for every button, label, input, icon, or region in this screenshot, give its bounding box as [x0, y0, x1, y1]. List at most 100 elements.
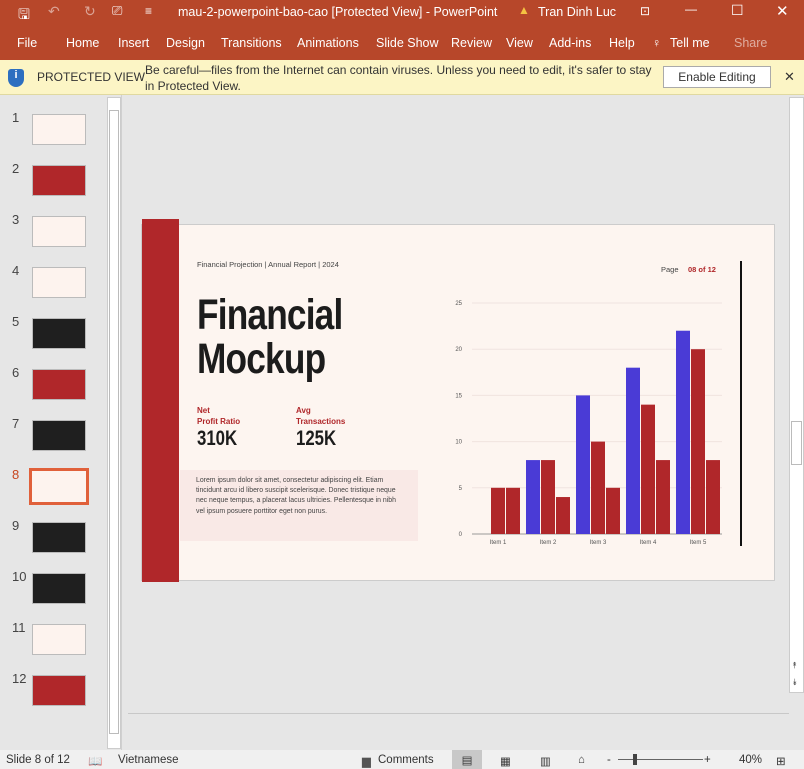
tell-me-search[interactable]: Tell me: [670, 36, 710, 50]
normal-view-icon[interactable]: ▤: [452, 750, 482, 769]
slide-title: Financial Mockup: [197, 291, 343, 383]
x-tick-label: Item 3: [590, 540, 607, 546]
thumbnail-number: 1: [12, 110, 20, 125]
thumbnail-scrollbar[interactable]: [107, 97, 121, 749]
slide-thumbnail[interactable]: [32, 369, 86, 400]
slide-thumbnail[interactable]: [32, 114, 86, 145]
thumbnail-number: 11: [12, 620, 26, 635]
stat-net-profit: Net Profit Ratio 310K: [197, 406, 241, 450]
comment-icon: ▆: [362, 756, 371, 768]
bar: [676, 330, 690, 534]
slide-thumbnail[interactable]: [32, 420, 86, 451]
zoom-level[interactable]: 40%: [739, 754, 762, 766]
slide-thumbnail[interactable]: [32, 165, 86, 196]
slide-thumbnail[interactable]: [32, 522, 86, 553]
editor-scrollbar-thumb[interactable]: [791, 421, 802, 465]
protected-message-1: Be careful—files from the Internet can c…: [145, 63, 652, 77]
thumbnail-number: 10: [12, 569, 27, 584]
thumbnail-number: 7: [12, 416, 20, 431]
thumbnail-number: 8: [12, 467, 20, 482]
lightbulb-icon: ♀: [652, 36, 662, 50]
zoom-slider-thumb[interactable]: [633, 754, 637, 765]
y-tick-label: 15: [455, 393, 462, 399]
save-icon[interactable]: 🖫: [18, 4, 30, 28]
page-value: 08 of 12: [688, 265, 716, 274]
tab-view[interactable]: View: [506, 36, 533, 50]
bar: [606, 487, 620, 534]
thumbnail-number: 12: [12, 671, 27, 686]
protected-view-label: PROTECTED VIEW: [37, 70, 146, 84]
scrollbar-thumb[interactable]: [109, 110, 119, 734]
stat-avg-transactions: Avg Transactions 125K: [296, 406, 346, 450]
tab-file[interactable]: File: [17, 36, 37, 50]
page-label: Page: [661, 265, 679, 274]
spell-check-icon[interactable]: 📖: [88, 754, 102, 768]
tab-home[interactable]: Home: [66, 36, 99, 50]
tab-animations[interactable]: Animations: [297, 36, 359, 50]
x-tick-label: Item 2: [540, 540, 557, 546]
thumbnail-number: 3: [12, 212, 20, 227]
title-bar: 🖫 ↶ ↻ ⎚ ≡ mau-2-powerpoint-bao-cao [Prot…: [0, 0, 804, 26]
slide-thumbnail[interactable]: [32, 573, 86, 604]
tab-help[interactable]: Help: [609, 36, 635, 50]
slide-thumbnail[interactable]: [29, 468, 89, 505]
y-tick-label: 5: [459, 486, 463, 492]
tab-slide-show[interactable]: Slide Show: [376, 36, 439, 50]
thumbnail-number: 5: [12, 314, 20, 329]
reading-view-icon[interactable]: ▥: [540, 754, 551, 768]
window-title: mau-2-powerpoint-bao-cao [Protected View…: [178, 5, 498, 19]
bar: [641, 404, 655, 534]
tab-insert[interactable]: Insert: [118, 36, 149, 50]
tab-design[interactable]: Design: [166, 36, 205, 50]
tab-add-ins[interactable]: Add-ins: [549, 36, 591, 50]
x-tick-label: Item 5: [690, 540, 707, 546]
slide-canvas[interactable]: Financial Projection | Annual Report | 2…: [141, 219, 775, 582]
bar-chart: 0 5 10 15 20 25 Item 1 Item 2 Item 3 Item 4 Item 5: [455, 301, 722, 546]
x-tick-label: Item 1: [490, 540, 507, 546]
slide-thumbnail[interactable]: [32, 267, 86, 298]
maximize-button[interactable]: ☐: [731, 2, 744, 19]
slide-thumbnail[interactable]: [32, 624, 86, 655]
user-name[interactable]: Tran Dinh Luc: [538, 5, 616, 19]
thumbnail-number: 2: [12, 161, 20, 176]
slide-thumbnail[interactable]: [32, 318, 86, 349]
y-tick-label: 25: [455, 301, 462, 307]
notes-area[interactable]: [128, 713, 789, 750]
close-bar-icon[interactable]: ✕: [784, 69, 795, 85]
enable-editing-button[interactable]: Enable Editing: [663, 66, 771, 88]
zoom-out-button[interactable]: -: [607, 754, 611, 766]
fit-slide-icon[interactable]: ⊞: [776, 754, 786, 768]
bar: [541, 460, 555, 534]
language[interactable]: Vietnamese: [118, 754, 179, 766]
bar: [576, 395, 590, 534]
close-button[interactable]: ✕: [776, 2, 789, 20]
bar: [706, 460, 720, 534]
next-slide-button[interactable]: ⯯: [792, 677, 797, 688]
slide-thumbnail[interactable]: [32, 216, 86, 247]
minimize-button[interactable]: —: [685, 2, 697, 16]
slide-thumbnail[interactable]: [32, 675, 86, 706]
x-tick-label: Item 4: [640, 540, 657, 546]
bar: [691, 349, 705, 534]
editor-scrollbar[interactable]: [789, 97, 804, 693]
start-slideshow-icon[interactable]: ⎚: [112, 3, 122, 19]
protected-view-bar: i PROTECTED VIEW Be careful—files from t…: [0, 60, 804, 95]
bar: [506, 487, 520, 534]
undo-icon[interactable]: ↶: [48, 3, 60, 20]
warning-icon: ▲: [518, 3, 530, 17]
ribbon-tabs: File Home Insert Design Transitions Anim…: [0, 26, 804, 60]
tab-transitions[interactable]: Transitions: [221, 36, 282, 50]
zoom-slider[interactable]: [618, 759, 703, 760]
zoom-in-button[interactable]: +: [704, 754, 711, 766]
slideshow-view-icon[interactable]: ⌂: [578, 754, 585, 766]
slide-sorter-icon[interactable]: ▦: [500, 754, 511, 768]
comments-button[interactable]: Comments: [378, 754, 434, 766]
slide-counter: Slide 8 of 12: [6, 754, 70, 766]
share-button[interactable]: Share: [734, 36, 767, 50]
shield-info-icon: i: [8, 69, 24, 87]
redo-icon[interactable]: ↻: [84, 3, 96, 20]
ribbon-display-icon[interactable]: ⊡: [640, 4, 650, 18]
customize-toolbar-icon[interactable]: ≡: [145, 4, 152, 18]
previous-slide-button[interactable]: ⯭: [792, 660, 797, 671]
tab-review[interactable]: Review: [451, 36, 492, 50]
